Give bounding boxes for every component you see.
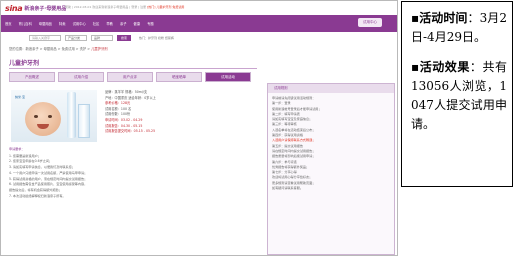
- main-nav: 首页 育儿百科 母婴用品 特卖 试用中心 社区 早教 亲子 健康 专题 试用中心: [1, 15, 397, 32]
- logo-text: 新浪亲子·母婴用品: [24, 6, 67, 12]
- search-input[interactable]: 请输入关键字: [29, 34, 61, 41]
- page-title: 儿童护牙剂: [9, 58, 257, 69]
- hot-search-tags[interactable]: 热门：护牙剂 奶粉 纸尿裤: [139, 36, 174, 40]
- activity-effect-note: ▪活动效果：共有13056人浏览，1047人提交试用申请。: [411, 58, 507, 135]
- product-box: [78, 104, 90, 138]
- breadcrumb: 您的位置：新浪亲子 > 母婴用品 > 免费试用 > 洗护 > 儿童护牙剂: [9, 46, 108, 51]
- category-select[interactable]: 产品分类: [65, 34, 87, 41]
- nav-item[interactable]: 试用中心: [73, 21, 86, 26]
- website-screenshot: sina 新浪亲子·母婴用品 帮助 | 2012-03-01 欢迎来到新浪亲子母…: [0, 0, 398, 256]
- rule-line: 如有疑问请联系客服。: [272, 186, 303, 191]
- summary-note: ▪活动时间：3月2日-4月29日。 ▪活动效果：共有13056人浏览，1047人…: [401, 1, 513, 187]
- search-button[interactable]: 搜索: [117, 34, 131, 41]
- nav-item[interactable]: 专题: [147, 21, 154, 26]
- activity-time-label: 活动时间: [419, 11, 468, 25]
- tab-overview[interactable]: 产品概述: [9, 72, 55, 82]
- sidebar-body: 申请前请先阅读试用活动规则： 第一步：登录 使用新浪帐号登录后才能申请试用； 第…: [268, 93, 394, 194]
- tab-user-reviews[interactable]: 用户点评: [107, 72, 153, 82]
- requirements-title: 申请要求：: [9, 147, 25, 151]
- search-bar: 请输入关键字 产品分类 品牌 搜索 热门：护牙剂 奶粉 纸尿裤: [1, 32, 397, 43]
- activity-time-note: ▪活动时间：3月2日-4月29日。: [411, 9, 507, 48]
- product-summary: 纳米·宝 品牌：蒸羊羊 规格：50ml/支 产地：中国重庆 适合年龄：0岁以上 …: [9, 87, 257, 145]
- top-links-text: 帮助 | 2012-03-01 欢迎来到新浪亲子母婴用品 | 登录 | 注册: [65, 5, 147, 9]
- nav-item[interactable]: 育儿百科: [19, 21, 32, 26]
- breadcrumb-current: 儿童护牙剂: [91, 47, 108, 51]
- brand-mark: 纳米·宝: [15, 95, 25, 99]
- requirement-line: 7. 本次活动最终解释权归新浪亲子所有。: [9, 193, 66, 198]
- breadcrumb-path[interactable]: 您的位置：新浪亲子 > 母婴用品 > 免费试用 > 洗护 >: [9, 47, 90, 51]
- nav-item[interactable]: 首页: [5, 21, 12, 26]
- nav-item[interactable]: 特卖: [59, 21, 66, 26]
- activity-effect-label: 活动效果: [419, 59, 470, 74]
- nav-item[interactable]: 亲子: [120, 21, 127, 26]
- nav-item[interactable]: 社区: [93, 21, 100, 26]
- top-hot-link[interactable]: [热门] 儿童护牙剂 免费试用: [147, 5, 184, 9]
- nav-item[interactable]: 早教: [106, 21, 113, 26]
- baby-photo: [25, 102, 61, 136]
- brand-select[interactable]: 品牌: [91, 34, 113, 41]
- nav-item[interactable]: 母婴用品: [39, 21, 52, 26]
- bullet-icon: ▪: [411, 59, 420, 74]
- sidebar-title: 试用规则: [268, 84, 394, 93]
- spec-line: 试用报告提交时间：05.15 - 05.25: [105, 129, 156, 134]
- product-tube: [67, 92, 76, 138]
- top-links[interactable]: 帮助 | 2012-03-01 欢迎来到新浪亲子母婴用品 | 登录 | 注册 […: [65, 5, 184, 9]
- nav-item[interactable]: 健康: [134, 21, 141, 26]
- tab-trial-intro[interactable]: 试用介绍: [58, 72, 104, 82]
- trial-center-button[interactable]: 试用中心: [358, 18, 382, 27]
- trial-requirements: 申请要求： 1. 您需要是新浪用户； 2. 您家宝宝年龄在0-6岁之间； 3. …: [9, 147, 257, 255]
- tab-showcase[interactable]: 晒宝晒单: [156, 72, 202, 82]
- bullet-icon: ▪: [411, 11, 420, 25]
- product-image: 纳米·宝: [11, 90, 97, 142]
- product-tabs: 产品概述 试用介绍 用户点评 晒宝晒单 试用活动: [9, 72, 257, 83]
- site-logo[interactable]: sina 新浪亲子·母婴用品: [5, 2, 66, 15]
- tab-trial-activity[interactable]: 试用活动: [205, 72, 251, 82]
- logo-sina: sina: [5, 4, 23, 13]
- product-specs: 品牌：蒸羊羊 规格：50ml/支 产地：中国重庆 适合年龄：0岁以上 参考价格：…: [105, 90, 255, 135]
- trial-rules-sidebar: 试用规则 申请前请先阅读试用活动规则： 第一步：登录 使用新浪帐号登录后才能申请…: [267, 83, 395, 255]
